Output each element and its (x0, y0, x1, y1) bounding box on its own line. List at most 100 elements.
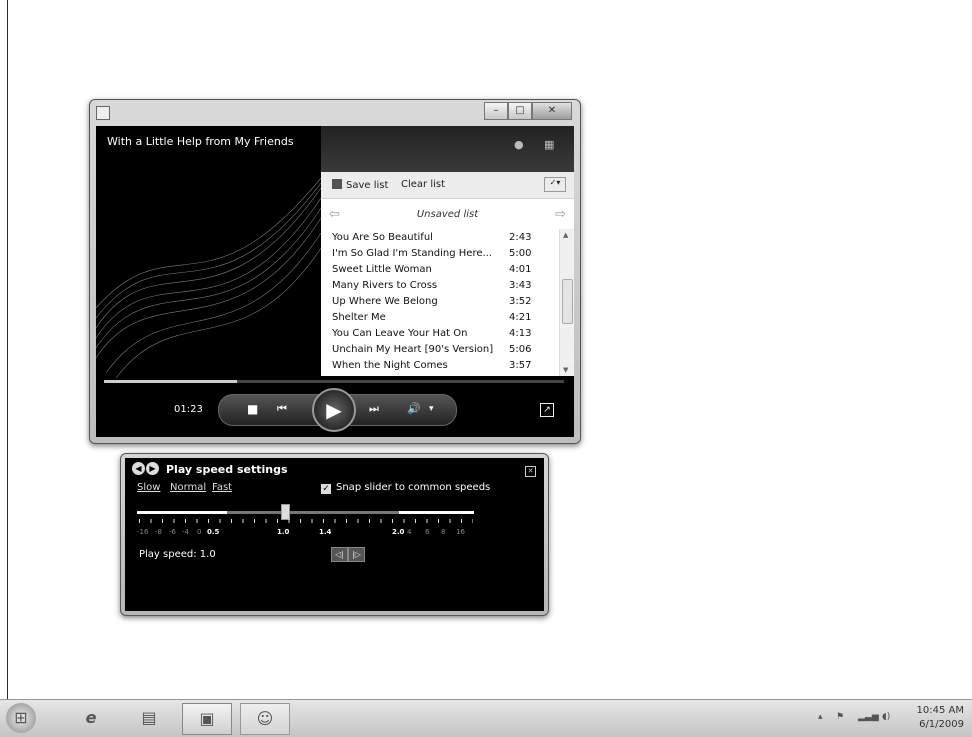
speed-slider-range (227, 511, 399, 514)
list-options-icon[interactable]: ✓▾ (544, 177, 566, 192)
volume-icon[interactable]: 🔊 (407, 402, 421, 415)
clear-list-button[interactable]: Clear list (401, 179, 445, 190)
seek-progress (104, 380, 238, 383)
media-player-window[interactable]: – □ ✕ With a Little Help from My Friends… (89, 99, 581, 444)
track-name: Sweet Little Woman (332, 264, 432, 275)
player-content: With a Little Help from My Friends ● ▦ S… (96, 126, 574, 437)
start-button[interactable]: ⊞ (6, 703, 36, 733)
track-duration: 2:43 (509, 232, 532, 243)
forward-arrow-icon[interactable]: ⇨ (555, 207, 566, 222)
scale-label: 8 (441, 528, 446, 536)
step-forward-icon[interactable]: |▷ (348, 547, 365, 562)
scale-label: -16 (137, 528, 149, 536)
playlist-header: ● ▦ (321, 126, 574, 172)
speed-title: Play speed settings (166, 463, 288, 476)
scale-label: 1.4 (319, 528, 332, 536)
track-name: Up Where We Belong (332, 296, 438, 307)
media-player-taskbar-icon[interactable]: ▣ (182, 703, 232, 735)
track-row[interactable]: You Are So Beautiful 2:43 (321, 231, 559, 247)
track-row[interactable]: Many Rivers to Cross 3:43 (321, 279, 559, 295)
scroll-down-icon[interactable]: ▼ (563, 366, 568, 374)
clock-time: 10:45 AM (916, 705, 964, 716)
play-speed-readout: Play speed: 1.0 (139, 549, 216, 560)
scale-label: 0 (197, 528, 202, 536)
play-button[interactable]: ▶ (312, 388, 356, 432)
minimize-button[interactable]: – (484, 102, 508, 120)
playlist-scrollbar[interactable]: ▲ ▼ (559, 229, 574, 376)
volume-menu-icon[interactable]: ▾ (429, 404, 434, 414)
track-name: You Are So Beautiful (332, 232, 433, 243)
play-speed-window[interactable]: ◀ ▶ Play speed settings ✕ Slow Normal Fa… (120, 453, 549, 616)
track-name: When the Night Comes (332, 360, 448, 371)
switch-to-library-icon[interactable]: ▦ (544, 138, 554, 151)
window-controls: – □ ✕ (484, 102, 572, 120)
track-name: Many Rivers to Cross (332, 280, 438, 291)
media-player-app-icon[interactable] (96, 106, 110, 120)
clock-date: 6/1/2009 (919, 719, 964, 730)
folder-icon[interactable]: ▤ (133, 703, 165, 733)
preset-fast[interactable]: Fast (212, 482, 232, 493)
track-name: Shelter Me (332, 312, 386, 323)
internet-explorer-icon[interactable]: e (76, 703, 106, 733)
track-duration: 3:57 (509, 360, 532, 371)
track-duration: 4:21 (509, 312, 532, 323)
next-icon[interactable]: ⏭ (369, 402, 379, 416)
track-row[interactable]: I'm So Glad I'm Standing Here... 5:00 (321, 247, 559, 263)
taskbar: ⊞ e ▤ ▣ ☺ ▴ ⚑ ▂▃▅ ◖) 10:45 AM 6/1/2009 (0, 699, 972, 737)
scroll-thumb[interactable] (562, 279, 573, 324)
playlist-pane: ● ▦ Save list Clear list ✓▾ ⇦ Unsaved li… (321, 126, 574, 376)
scale-label: 1.0 (277, 528, 290, 536)
now-playing-title: With a Little Help from My Friends (107, 135, 294, 148)
track-name: Unchain My Heart [90's Version] (332, 344, 494, 355)
close-button[interactable]: ✕ (532, 102, 572, 120)
back-icon[interactable]: ◀ (132, 462, 145, 475)
contacts-icon[interactable]: ☺ (240, 703, 290, 735)
speaker-icon[interactable]: ◖) (882, 712, 890, 722)
track-duration: 4:01 (509, 264, 532, 275)
scale-label: 4 (407, 528, 412, 536)
show-hidden-icons-icon[interactable]: ▴ (818, 712, 823, 722)
playlist-title: Unsaved list (416, 209, 479, 220)
slider-ticks (139, 519, 473, 523)
snap-checkbox[interactable]: ✓ Snap slider to common speeds (321, 482, 490, 494)
media-guide-icon[interactable]: ● (514, 138, 524, 151)
scale-label: -6 (169, 528, 176, 536)
previous-icon[interactable]: ⏮ (277, 402, 287, 416)
switch-to-now-playing-icon[interactable]: ↗ (540, 403, 554, 417)
speed-slider-track[interactable] (137, 511, 474, 514)
checkbox-check-icon[interactable]: ✓ (321, 484, 331, 494)
track-duration: 5:00 (509, 248, 532, 259)
preset-normal[interactable]: Normal (170, 482, 206, 493)
step-back-icon[interactable]: ◁| (331, 547, 348, 562)
track-list: You Are So Beautiful 2:43 I'm So Glad I'm … (321, 231, 559, 375)
track-row[interactable]: Unchain My Heart [90's Version] 5:06 (321, 343, 559, 359)
action-center-flag-icon[interactable]: ⚑ (836, 712, 844, 722)
maximize-button[interactable]: □ (508, 102, 532, 120)
stop-icon[interactable]: ■ (247, 402, 258, 416)
track-duration: 5:06 (509, 344, 532, 355)
scale-label: 16 (456, 528, 465, 536)
visualization (96, 178, 321, 378)
playlist-nav: ⇦ Unsaved list ⇨ (321, 199, 574, 229)
preset-slow[interactable]: Slow (137, 482, 160, 493)
playlist-toolbar: Save list Clear list ✓▾ (321, 172, 574, 199)
forward-icon[interactable]: ▶ (146, 462, 159, 475)
track-row[interactable]: You Can Leave Your Hat On 4:13 (321, 327, 559, 343)
close-icon[interactable]: ✕ (525, 466, 536, 477)
speed-slider-thumb[interactable] (281, 504, 290, 520)
track-row[interactable]: Sweet Little Woman 4:01 (321, 263, 559, 279)
scale-label: 6 (425, 528, 430, 536)
system-clock[interactable]: 10:45 AM 6/1/2009 (908, 704, 964, 732)
speed-content: ◀ ▶ Play speed settings ✕ Slow Normal Fa… (125, 458, 544, 611)
save-icon (332, 179, 342, 189)
elapsed-time: 01:23 (174, 404, 203, 415)
track-row[interactable]: Shelter Me 4:21 (321, 311, 559, 327)
track-row[interactable]: Up Where We Belong 3:52 (321, 295, 559, 311)
network-icon[interactable]: ▂▃▅ (858, 712, 879, 722)
scroll-up-icon[interactable]: ▲ (563, 231, 568, 239)
save-list-button[interactable]: Save list (332, 179, 388, 191)
track-row[interactable]: When the Night Comes 3:57 (321, 359, 559, 375)
speed-stepper: ◁| |▷ (331, 547, 365, 562)
seek-bar[interactable] (104, 380, 564, 383)
track-duration: 4:13 (509, 328, 532, 339)
